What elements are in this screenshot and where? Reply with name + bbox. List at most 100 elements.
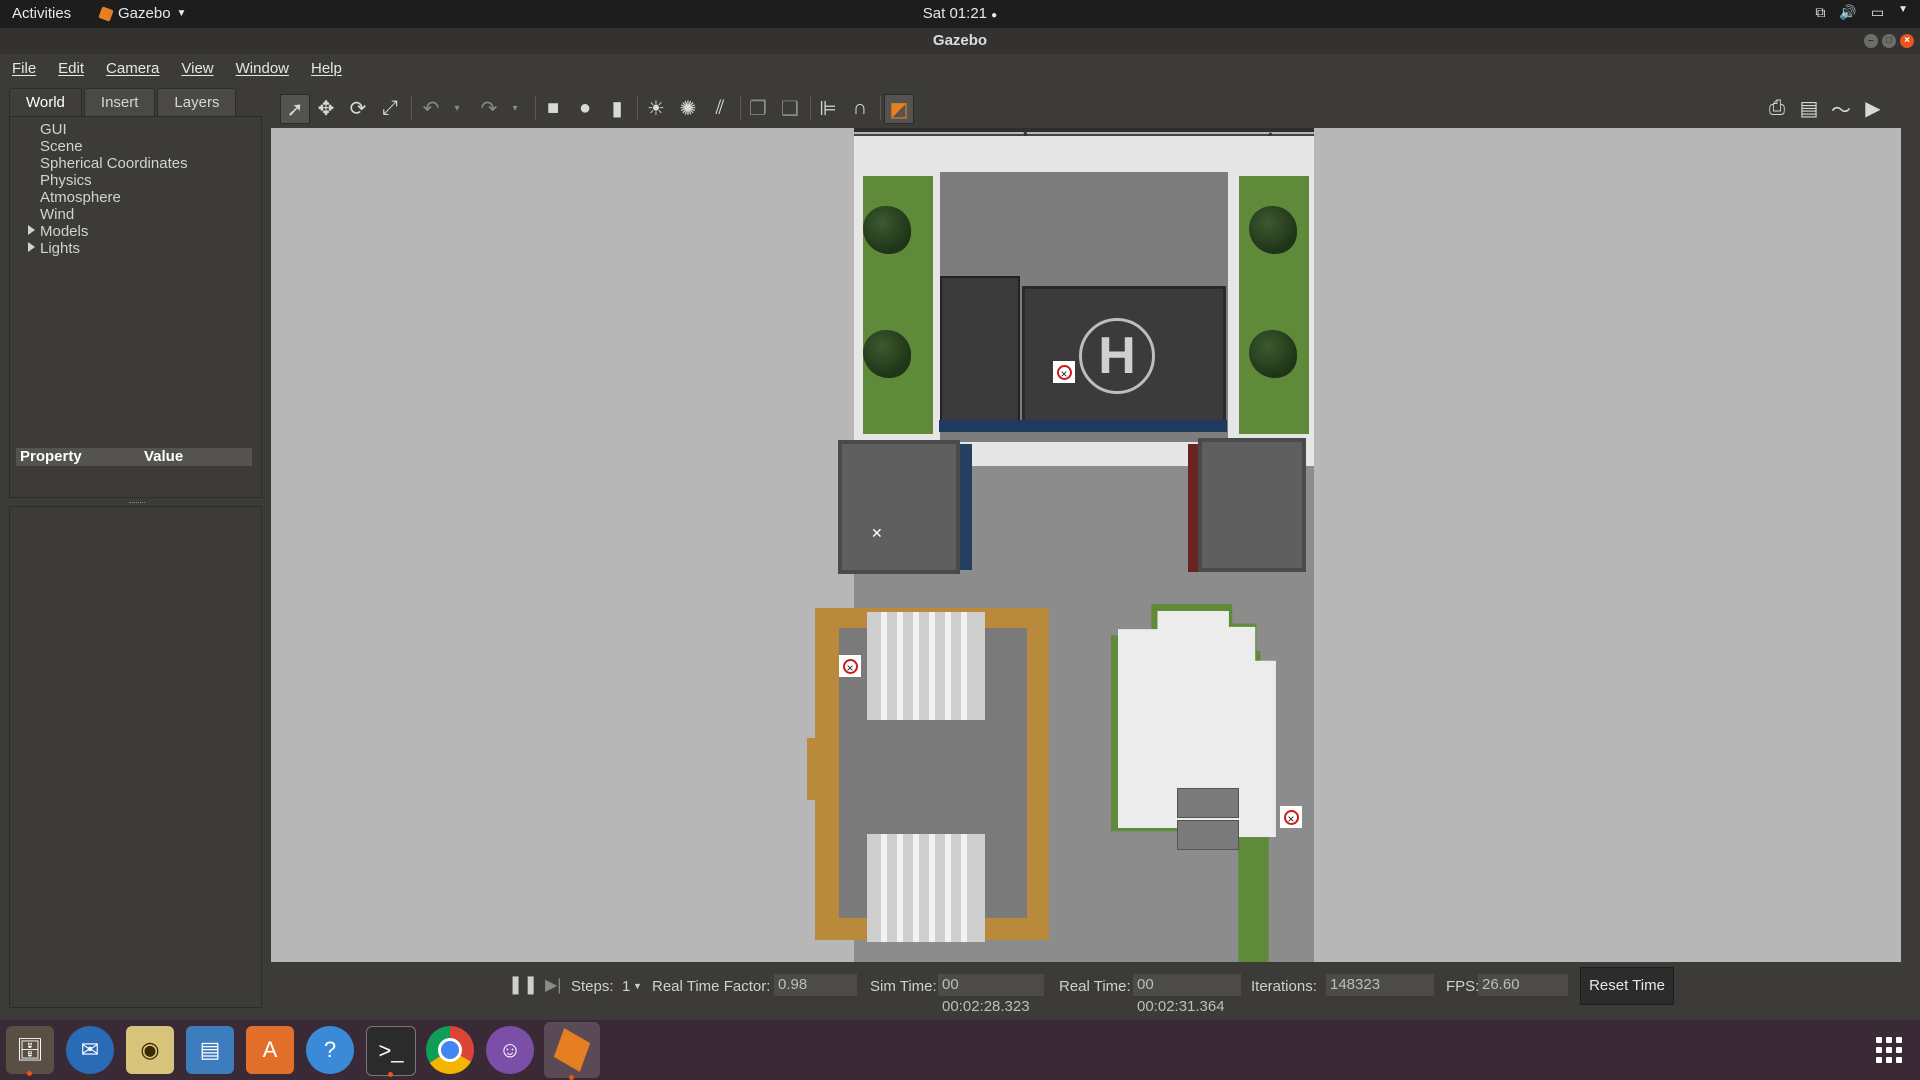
3d-viewport[interactable]: H × ✕ × ×	[271, 128, 1901, 962]
staircase-top	[867, 612, 985, 720]
gazebo-icon[interactable]	[544, 1022, 600, 1080]
iterations-value: 148323	[1326, 974, 1434, 996]
toolbar-separator	[740, 96, 741, 120]
chrome-icon[interactable]	[426, 1026, 474, 1074]
select-arrow-icon[interactable]: ➚	[280, 94, 310, 124]
thunderbird-icon[interactable]: ✉	[66, 1026, 114, 1074]
expand-arrow-icon[interactable]	[28, 225, 35, 235]
menu-file[interactable]: File	[12, 60, 36, 77]
record-icon[interactable]: ▶	[1859, 94, 1887, 122]
toolbar-separator	[810, 96, 811, 120]
tree-item-label: Models	[40, 223, 89, 240]
toolbar-separator	[411, 96, 412, 120]
no-entry-icon: ×	[1283, 809, 1299, 826]
rtf-label: Real Time Factor:	[652, 978, 771, 995]
clock[interactable]: Sat 01:21	[923, 5, 987, 22]
show-applications-icon[interactable]	[1876, 1037, 1902, 1063]
no-entry-icon: ×	[842, 658, 858, 675]
maximize-icon[interactable]: □	[1882, 34, 1896, 48]
right-box-side	[1188, 444, 1198, 572]
helipad-marking: H	[1079, 318, 1155, 394]
tab-insert[interactable]: Insert	[83, 88, 156, 117]
github-desktop-icon[interactable]: ☺	[486, 1026, 534, 1074]
terminal-icon[interactable]: >_	[366, 1026, 416, 1077]
redo-icon[interactable]: ↷	[475, 94, 503, 122]
close-icon[interactable]: ×	[1900, 34, 1914, 48]
tree-item-label: Lights	[40, 240, 81, 257]
point-light-icon[interactable]: ☀	[642, 94, 670, 122]
property-area	[9, 506, 262, 1008]
rhythmbox-icon[interactable]: ◉	[126, 1026, 174, 1074]
menu-camera[interactable]: Camera	[106, 60, 159, 77]
app-menu-label: Gazebo	[118, 5, 171, 22]
top-bar: Activities Gazebo ▼ Sat 01:21 ● ⧉ 🔊 ▭ ▼	[0, 0, 1920, 28]
files-icon[interactable]: 🗄	[6, 1026, 54, 1076]
menu-window[interactable]: Window	[236, 60, 289, 77]
chevron-down-icon[interactable]: ▾	[443, 94, 471, 122]
tree-item-spherical-coordinates[interactable]: Spherical Coordinates	[40, 155, 188, 172]
network-icon[interactable]: ⧉	[1815, 4, 1825, 21]
expand-arrow-icon[interactable]	[28, 242, 35, 252]
steps-value[interactable]: 1	[622, 978, 630, 995]
cylinder-icon[interactable]: ▮	[603, 94, 631, 122]
screenshot-icon[interactable]: ⎙	[1763, 94, 1791, 122]
writer-icon[interactable]: ▤	[186, 1026, 234, 1074]
system-tray[interactable]: ⧉ 🔊 ▭ ▼	[1815, 4, 1908, 21]
spot-light-icon[interactable]: ✺	[674, 94, 702, 122]
tab-layers[interactable]: Layers	[157, 88, 237, 117]
fps-value: 26.60	[1478, 974, 1568, 996]
tree-item-atmosphere[interactable]: Atmosphere	[40, 189, 121, 206]
app-menu[interactable]: Gazebo ▼	[98, 5, 187, 22]
minimize-icon[interactable]: –	[1864, 34, 1878, 48]
copy-icon[interactable]: ❐	[744, 94, 772, 122]
battery-icon[interactable]: ▭	[1871, 4, 1884, 21]
fence-top	[854, 128, 1314, 132]
tree-item-wind[interactable]: Wind	[40, 206, 74, 223]
activities-button[interactable]: Activities	[12, 5, 71, 22]
rtf-value: 0.98	[774, 974, 857, 996]
sphere-icon[interactable]: ●	[571, 94, 599, 122]
paste-icon[interactable]: ❑	[776, 94, 804, 122]
tree-item-lights[interactable]: Lights	[28, 240, 81, 257]
scale-icon[interactable]: ⤢	[376, 94, 404, 122]
log-icon[interactable]: ▤	[1795, 94, 1823, 122]
plot-icon[interactable]: 〜	[1827, 94, 1855, 122]
tree	[863, 206, 911, 254]
step-icon[interactable]: ▶|	[545, 975, 561, 995]
left-box-building	[838, 440, 960, 574]
view-angle-icon[interactable]: ◩	[884, 94, 914, 124]
running-indicator	[388, 1072, 393, 1077]
tree-item-models[interactable]: Models	[28, 223, 89, 240]
menu-view[interactable]: View	[181, 60, 213, 77]
pause-icon[interactable]: ❚❚	[508, 974, 538, 995]
box-icon[interactable]: ■	[539, 94, 567, 122]
tree-item-gui[interactable]: GUI	[40, 121, 67, 138]
chevron-down-icon[interactable]: ▾	[501, 94, 529, 122]
window-title: Gazebo	[932, 32, 988, 49]
tree-item-physics[interactable]: Physics	[40, 172, 92, 189]
tab-world[interactable]: World	[9, 88, 82, 117]
snap-icon[interactable]: ∩	[846, 94, 874, 122]
reset-time-button[interactable]: Reset Time	[1580, 967, 1674, 1005]
sim-time-label: Sim Time:	[870, 978, 937, 995]
tree	[1249, 206, 1297, 254]
menu-help[interactable]: Help	[311, 60, 342, 77]
toolbar: ➚ ✥ ⟳ ⤢ ↶ ▾ ↷ ▾ ■ ● ▮ ☀ ✺ ⫽ ❐ ❑ ⊫ ∩ ◩ ⎙ …	[271, 90, 1901, 126]
chevron-down-icon[interactable]: ▼	[633, 981, 642, 991]
chevron-down-icon[interactable]: ▼	[1898, 4, 1908, 21]
align-icon[interactable]: ⊫	[814, 94, 842, 122]
directional-light-icon[interactable]: ⫽	[706, 94, 734, 122]
translate-icon[interactable]: ✥	[312, 94, 340, 122]
menu-edit[interactable]: Edit	[58, 60, 84, 77]
help-icon[interactable]: ?	[306, 1026, 354, 1074]
software-center-icon[interactable]: A	[246, 1026, 294, 1074]
volume-icon[interactable]: 🔊	[1839, 4, 1856, 21]
rotate-icon[interactable]: ⟳	[344, 94, 372, 122]
real-time-value: 00 00:02:31.364	[1133, 974, 1241, 1015]
undo-icon[interactable]: ↶	[417, 94, 445, 122]
window-title-bar[interactable]: Gazebo – □ ×	[0, 28, 1920, 54]
sim-time-value: 00 00:02:28.323	[938, 974, 1044, 1015]
chevron-down-icon: ▼	[176, 8, 187, 19]
tree-item-scene[interactable]: Scene	[40, 138, 83, 155]
dock: 🗄 ✉ ◉ ▤ A ? >_ ☺	[0, 1020, 1920, 1080]
